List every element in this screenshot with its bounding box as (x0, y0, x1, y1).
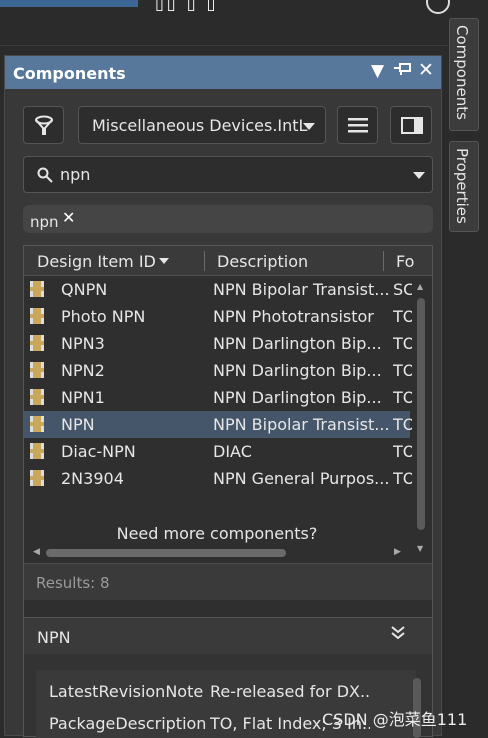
horizontal-scrollbar[interactable]: ◀ ▶ (24, 545, 410, 561)
search-box[interactable] (23, 156, 433, 193)
search-input[interactable] (60, 163, 390, 185)
active-tab-indicator[interactable] (0, 0, 138, 7)
cell-description: NPN Phototransistor (213, 307, 374, 326)
cell-description: NPN Bipolar Transist... (213, 280, 388, 299)
cell-footprint: TO (393, 442, 413, 461)
table-row[interactable]: QNPN NPN Bipolar Transist... SC (24, 276, 413, 303)
search-icon (37, 167, 53, 183)
component-icon (30, 470, 44, 486)
component-icon (30, 362, 44, 378)
cell-description: NPN Darlington Bip... (213, 388, 382, 407)
double-chevron-down-icon[interactable] (390, 624, 406, 645)
filter-icon (35, 115, 53, 135)
cell-footprint: SC (393, 280, 413, 299)
cell-id: Diac-NPN (61, 442, 136, 461)
component-icon (30, 308, 44, 324)
cell-footprint: TO (393, 334, 413, 353)
cell-footprint: TO (393, 415, 413, 434)
watermark: CSDN @泡菜鱼111 (322, 710, 468, 729)
cell-id: NPN1 (61, 388, 105, 407)
chevron-down-icon (303, 123, 315, 130)
filter-button[interactable] (23, 106, 64, 144)
scroll-down-icon[interactable]: ▼ (417, 544, 423, 553)
cell-footprint: TO (393, 469, 413, 488)
component-icon (30, 443, 44, 459)
table-header: Design Item ID Description Fo (24, 246, 432, 276)
scroll-up-icon[interactable]: ▲ (417, 282, 423, 291)
property-value: Re-released for DX... (210, 682, 370, 701)
property-key: PackageDescription (49, 714, 207, 733)
details-header[interactable]: NPN (24, 618, 432, 654)
filter-tag: npn (30, 213, 59, 231)
column-header-description[interactable]: Description (217, 252, 308, 271)
scroll-left-icon[interactable]: ◀ (33, 547, 40, 557)
sort-desc-icon[interactable] (159, 258, 169, 264)
cell-description: NPN Darlington Bip... (213, 334, 382, 353)
component-icon (30, 281, 44, 297)
column-divider[interactable] (204, 251, 205, 271)
panel-title: Components (13, 64, 126, 83)
cell-id: QNPN (61, 280, 108, 299)
table-row[interactable]: Photo NPN NPN Phototransistor TO (24, 303, 413, 330)
results-count: Results: 8 (36, 574, 110, 592)
table-row[interactable]: NPN1 NPN Darlington Bip... TO (24, 384, 413, 411)
pin-icon[interactable] (394, 61, 412, 82)
column-header-footprint[interactable]: Fo (396, 252, 426, 271)
details-title: NPN (37, 628, 71, 647)
panel-title-bar: Components ▼ ✕ (5, 56, 441, 89)
cell-footprint: TO (393, 307, 413, 326)
library-select-value: Miscellaneous Devices.IntL (92, 116, 308, 135)
active-filter-bar: npn ✕ (23, 205, 433, 233)
column-divider[interactable] (383, 251, 384, 271)
cell-description: NPN Bipolar Transist... (213, 415, 388, 434)
cell-footprint: TO (393, 361, 413, 380)
cell-id: NPN (61, 415, 95, 434)
cell-description: NPN General Purpos... (213, 469, 388, 488)
side-tab-properties[interactable]: Properties (449, 141, 479, 232)
help-icon[interactable] (426, 0, 450, 14)
components-panel: Components ▼ ✕ Miscellaneous Devices.Int… (4, 55, 442, 738)
property-key: LatestRevisionNote (49, 682, 204, 701)
need-more-components-link[interactable]: Need more components? (24, 524, 410, 543)
table-row[interactable]: Diac-NPN DIAC TO (24, 438, 413, 465)
column-header-id[interactable]: Design Item ID (37, 252, 156, 271)
vertical-scrollbar[interactable]: ▲ ▼ (412, 276, 430, 558)
list-view-button[interactable] (337, 106, 378, 144)
results-bar: Results: 8 (24, 563, 432, 600)
cell-id: NPN2 (61, 361, 105, 380)
scroll-right-icon[interactable]: ▶ (394, 547, 401, 557)
table-row[interactable]: 2N3904 NPN General Purpos... TO (24, 465, 413, 492)
side-tab-label: Properties (453, 148, 471, 224)
menu-icon[interactable]: ▼ (371, 61, 384, 81)
divider (0, 45, 448, 46)
scrollbar-thumb[interactable] (46, 549, 286, 557)
cell-id: Photo NPN (61, 307, 146, 326)
top-bar: ▯▯ ▯ ▯ (0, 0, 488, 46)
preview-toggle-button[interactable] (390, 106, 432, 144)
toolbar-glyphs[interactable]: ▯▯ ▯ ▯ (155, 0, 218, 13)
cell-id: 2N3904 (61, 469, 124, 488)
table-row[interactable]: NPN3 NPN Darlington Bip... TO (24, 330, 413, 357)
component-icon (30, 335, 44, 351)
component-icon (30, 389, 44, 405)
cell-description: DIAC (213, 442, 252, 461)
side-tab-components[interactable]: Components (449, 18, 479, 131)
hamburger-icon (348, 118, 368, 133)
remove-filter-icon[interactable]: ✕ (62, 208, 75, 227)
close-icon[interactable]: ✕ (418, 59, 434, 81)
cell-footprint: TO (393, 388, 413, 407)
table-row-selected[interactable]: NPN NPN Bipolar Transist... TO (24, 411, 413, 438)
cell-description: NPN Darlington Bip... (213, 361, 382, 380)
chevron-down-icon[interactable] (413, 172, 425, 179)
side-tab-label: Components (453, 25, 471, 120)
cell-id: NPN3 (61, 334, 105, 353)
scrollbar-thumb[interactable] (417, 298, 425, 530)
component-icon (30, 416, 44, 432)
table-row[interactable]: NPN2 NPN Darlington Bip... TO (24, 357, 413, 384)
library-select[interactable]: Miscellaneous Devices.IntL (78, 106, 326, 144)
components-table: Design Item ID Description Fo QNPN NPN B… (23, 245, 433, 620)
split-view-icon (401, 117, 423, 134)
